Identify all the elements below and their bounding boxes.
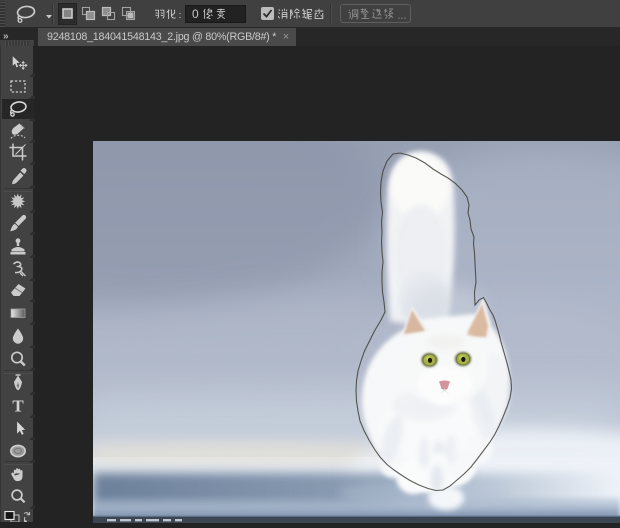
svg-text:T: T bbox=[12, 397, 24, 416]
